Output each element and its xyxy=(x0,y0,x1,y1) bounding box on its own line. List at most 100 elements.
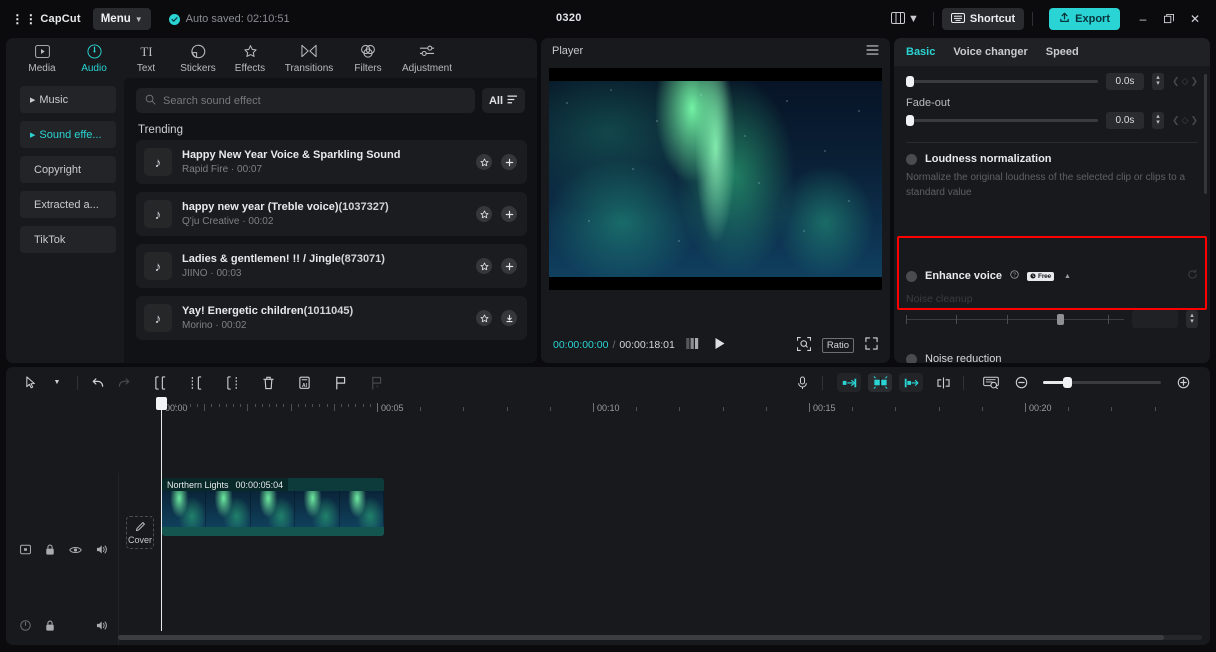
play-button[interactable] xyxy=(714,337,726,353)
fade-in-slider[interactable] xyxy=(906,75,1098,87)
sound-effect-list[interactable]: ♪ Happy New Year Voice & Sparkling Sound… xyxy=(124,140,537,363)
list-item[interactable]: ♪ Happy New Year Voice & Sparkling Sound… xyxy=(136,140,527,184)
volume-icon[interactable] xyxy=(96,620,108,634)
tab-transitions[interactable]: Transitions xyxy=(276,43,342,74)
close-button[interactable]: ✕ xyxy=(1182,6,1208,32)
select-tool[interactable] xyxy=(18,372,44,394)
add-icon[interactable] xyxy=(501,258,517,274)
menu-button[interactable]: Menu ▼ xyxy=(92,8,151,30)
noise-cleanup-value[interactable] xyxy=(1132,310,1178,328)
undo-button[interactable] xyxy=(85,372,111,394)
noise-reduction-row[interactable]: Noise reduction xyxy=(906,353,1001,363)
volume-icon[interactable] xyxy=(96,544,108,558)
list-item[interactable]: ♪ Yay! Energetic children(1011045) Morin… xyxy=(136,296,527,340)
favorite-icon[interactable] xyxy=(476,154,492,170)
snap-left-toggle[interactable] xyxy=(837,373,861,392)
trim-left-button[interactable] xyxy=(183,372,209,394)
loudness-toggle[interactable] xyxy=(906,153,917,165)
marker-button[interactable] xyxy=(327,372,353,394)
record-voiceover-button[interactable] xyxy=(789,372,815,394)
tiktok-note-icon: ♪ xyxy=(144,304,172,332)
keyframe-controls[interactable]: ❮ ◇ ❯ xyxy=(1172,76,1198,87)
auto-snap-toggle[interactable] xyxy=(868,373,892,392)
category-sound-effects[interactable]: ▶ Sound effe... xyxy=(20,121,116,148)
ai-caption-button[interactable]: AI xyxy=(291,372,317,394)
tab-effects[interactable]: Effects xyxy=(224,43,276,74)
fade-in-stepper[interactable]: ▴ ▾ xyxy=(1151,72,1164,90)
video-clip[interactable]: Northern Lights 00:00:05:04 xyxy=(162,478,384,536)
minimize-button[interactable]: – xyxy=(1130,6,1156,32)
tab-basic[interactable]: Basic xyxy=(906,46,935,58)
keyframe-controls[interactable]: ❮ ◇ ❯ xyxy=(1172,115,1198,126)
favorite-icon[interactable] xyxy=(476,310,492,326)
adsorption-button[interactable] xyxy=(930,372,956,394)
lock-icon[interactable] xyxy=(45,620,55,635)
fade-out-value[interactable]: 0.0s xyxy=(1105,111,1144,129)
player-menu-icon[interactable] xyxy=(866,44,879,58)
list-item[interactable]: ♪ Ladies & gentlemen! !! / Jingle(873071… xyxy=(136,244,527,288)
select-tool-dropdown[interactable]: ▼ xyxy=(44,372,70,394)
tab-media[interactable]: Media xyxy=(16,43,68,74)
lock-icon[interactable] xyxy=(45,544,55,559)
redo-button[interactable] xyxy=(111,372,137,394)
slider-knob[interactable] xyxy=(906,75,914,87)
zoom-preview-icon[interactable] xyxy=(796,336,811,354)
category-tiktok[interactable]: TikTok xyxy=(20,226,116,253)
frame-view-icon[interactable] xyxy=(686,338,701,352)
cover-button[interactable]: Cover xyxy=(126,516,154,549)
category-copyright[interactable]: Copyright xyxy=(20,156,116,183)
trim-right-button[interactable] xyxy=(219,372,245,394)
playhead-handle[interactable] xyxy=(156,397,167,410)
timeline-horizontal-scrollbar[interactable] xyxy=(118,635,1202,640)
tab-speed[interactable]: Speed xyxy=(1046,46,1079,58)
preview-thumbnails-button[interactable] xyxy=(978,372,1004,394)
maximize-button[interactable] xyxy=(1156,6,1182,32)
ratio-button[interactable]: Ratio xyxy=(821,337,854,353)
remove-marker-button[interactable]: x xyxy=(363,372,389,394)
scrollbar-thumb[interactable] xyxy=(118,635,1164,640)
tab-audio[interactable]: Audio xyxy=(68,43,120,74)
delete-button[interactable] xyxy=(255,372,281,394)
slider-knob[interactable] xyxy=(906,114,914,126)
eye-icon[interactable] xyxy=(69,545,82,558)
tab-adjustment[interactable]: Adjustment xyxy=(394,43,460,74)
tab-voice-changer[interactable]: Voice changer xyxy=(953,46,1027,58)
fullscreen-icon[interactable] xyxy=(865,337,878,353)
filter-button[interactable]: All xyxy=(481,88,525,113)
slider-knob[interactable] xyxy=(1057,313,1064,325)
favorite-icon[interactable] xyxy=(476,206,492,222)
category-music[interactable]: ▶ Music xyxy=(20,86,116,113)
layout-button[interactable]: ▼ xyxy=(885,8,925,31)
split-button[interactable] xyxy=(147,372,173,394)
playhead[interactable] xyxy=(156,397,167,631)
timeline-zoom-slider[interactable] xyxy=(1043,377,1161,388)
noise-reduction-toggle[interactable] xyxy=(906,353,917,363)
tab-text[interactable]: TI Text xyxy=(120,43,172,74)
tab-filters[interactable]: Filters xyxy=(342,43,394,74)
audio-track-icon[interactable] xyxy=(20,620,31,634)
snap-right-toggle[interactable] xyxy=(899,373,923,392)
panel-scrollbar[interactable] xyxy=(1204,74,1207,194)
list-item[interactable]: ♪ happy new year (Treble voice)(1037327)… xyxy=(136,192,527,236)
fade-out-slider[interactable] xyxy=(906,114,1098,126)
zoom-out-button[interactable] xyxy=(1008,372,1034,394)
shortcut-button[interactable]: Shortcut xyxy=(941,8,1025,30)
fade-in-value[interactable]: 0.0s xyxy=(1105,72,1144,90)
category-extracted-audio[interactable]: Extracted a... xyxy=(20,191,116,218)
zoom-knob[interactable] xyxy=(1063,377,1072,388)
noise-cleanup-stepper[interactable]: ▴ ▾ xyxy=(1186,310,1198,328)
noise-cleanup-slider[interactable] xyxy=(906,313,1124,325)
favorite-icon[interactable] xyxy=(476,258,492,274)
export-button[interactable]: Export xyxy=(1049,8,1120,30)
timeline-ruler[interactable]: 00:00 00:05 00:10 00:15 00:20 xyxy=(6,398,1210,420)
fade-out-stepper[interactable]: ▴ ▾ xyxy=(1151,111,1164,129)
list-item-actions xyxy=(476,310,517,326)
search-input[interactable]: Search sound effect xyxy=(136,88,475,113)
zoom-in-button[interactable] xyxy=(1170,372,1196,394)
add-icon[interactable] xyxy=(501,206,517,222)
loudness-normalization-row[interactable]: Loudness normalization xyxy=(906,153,1198,165)
download-icon[interactable] xyxy=(501,310,517,326)
add-icon[interactable] xyxy=(501,154,517,170)
video-track-icon[interactable] xyxy=(20,544,31,558)
tab-stickers[interactable]: Stickers xyxy=(172,43,224,74)
